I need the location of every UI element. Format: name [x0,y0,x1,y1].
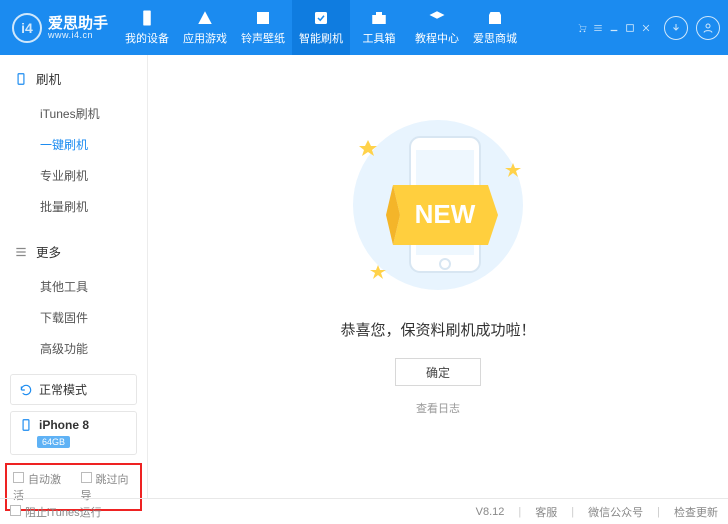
logo-icon: i4 [12,13,42,43]
status-mode-label: 正常模式 [39,381,87,398]
menu-icon [14,245,28,259]
device-box[interactable]: iPhone 8 64GB [10,411,137,455]
cart-icon[interactable] [576,22,588,34]
flash-icon [310,9,332,27]
sidebar-item-oneclick-flash[interactable]: 一键刷机 [0,129,147,160]
success-message: 恭喜您，保资料刷机成功啦！ [340,319,535,340]
nav-tutorials[interactable]: 教程中心 [408,0,466,55]
sidebar-item-batch-flash[interactable]: 批量刷机 [0,191,147,222]
footer-check-update-link[interactable]: 检查更新 [674,504,718,520]
sidebar: 刷机 iTunes刷机 一键刷机 专业刷机 批量刷机 更多 其他工具 下载固件 … [0,55,148,498]
banner-text: NEW [415,199,476,229]
sidebar-flash-header[interactable]: 刷机 [0,63,147,94]
main-content: NEW 恭喜您，保资料刷机成功啦！ 确定 查看日志 [148,55,728,498]
success-illustration: NEW [338,115,538,295]
body: 刷机 iTunes刷机 一键刷机 专业刷机 批量刷机 更多 其他工具 下载固件 … [0,55,728,498]
refresh-icon [19,383,33,397]
sidebar-item-other-tools[interactable]: 其他工具 [0,271,147,302]
store-icon [484,9,506,27]
minimize-icon[interactable] [608,22,620,34]
sidebar-item-pro-flash[interactable]: 专业刷机 [0,160,147,191]
nav-toolbox[interactable]: 工具箱 [350,0,408,55]
storage-badge: 64GB [37,436,70,448]
wallpaper-icon [252,9,274,27]
nav-label: 工具箱 [363,30,396,46]
version-label: V8.12 [476,506,505,518]
sidebar-section-title: 更多 [36,242,61,261]
toolbox-icon [368,9,390,27]
download-button[interactable] [664,16,688,40]
nav-label: 应用游戏 [183,30,227,46]
apps-icon [194,9,216,27]
footer: 阻止iTunes运行 V8.12 | 客服 | 微信公众号 | 检查更新 [0,498,728,524]
logo-block: i4 爱思助手 www.i4.cn [12,13,108,43]
header: i4 爱思助手 www.i4.cn 我的设备 应用游戏 铃声壁纸 智能刷机 工具… [0,0,728,55]
nav-label: 智能刷机 [299,30,343,46]
nav-label: 我的设备 [125,30,169,46]
menu-icon[interactable] [592,22,604,34]
nav-ringtones[interactable]: 铃声壁纸 [234,0,292,55]
device-icon [136,9,158,27]
device-name: iPhone 8 [39,418,89,432]
sidebar-more-header[interactable]: 更多 [0,236,147,267]
sidebar-item-advanced[interactable]: 高级功能 [0,333,147,364]
brand-title: 爱思助手 [48,16,108,31]
nav-apps[interactable]: 应用游戏 [176,0,234,55]
phone-icon [14,72,28,86]
phone-icon [19,418,33,432]
sidebar-item-itunes-flash[interactable]: iTunes刷机 [0,98,147,129]
nav-label: 教程中心 [415,30,459,46]
status-mode-box[interactable]: 正常模式 [10,374,137,405]
nav-my-devices[interactable]: 我的设备 [118,0,176,55]
tutorial-icon [426,9,448,27]
nav-label: 爱思商城 [473,30,517,46]
nav-label: 铃声壁纸 [241,30,285,46]
block-itunes-checkbox[interactable]: 阻止iTunes运行 [10,504,102,520]
sidebar-section-title: 刷机 [36,69,61,88]
maximize-icon[interactable] [624,22,636,34]
footer-support-link[interactable]: 客服 [535,504,557,520]
header-right [576,16,720,40]
user-button[interactable] [696,16,720,40]
view-log-link[interactable]: 查看日志 [416,400,460,416]
close-icon[interactable] [640,22,652,34]
nav-flash[interactable]: 智能刷机 [292,0,350,55]
sidebar-item-download-firmware[interactable]: 下载固件 [0,302,147,333]
brand-subtitle: www.i4.cn [48,31,108,40]
top-nav: 我的设备 应用游戏 铃声壁纸 智能刷机 工具箱 教程中心 爱思商城 [118,0,576,55]
footer-wechat-link[interactable]: 微信公众号 [588,504,643,520]
checkbox-label: 阻止iTunes运行 [25,507,102,519]
nav-store[interactable]: 爱思商城 [466,0,524,55]
ok-button[interactable]: 确定 [395,358,481,386]
